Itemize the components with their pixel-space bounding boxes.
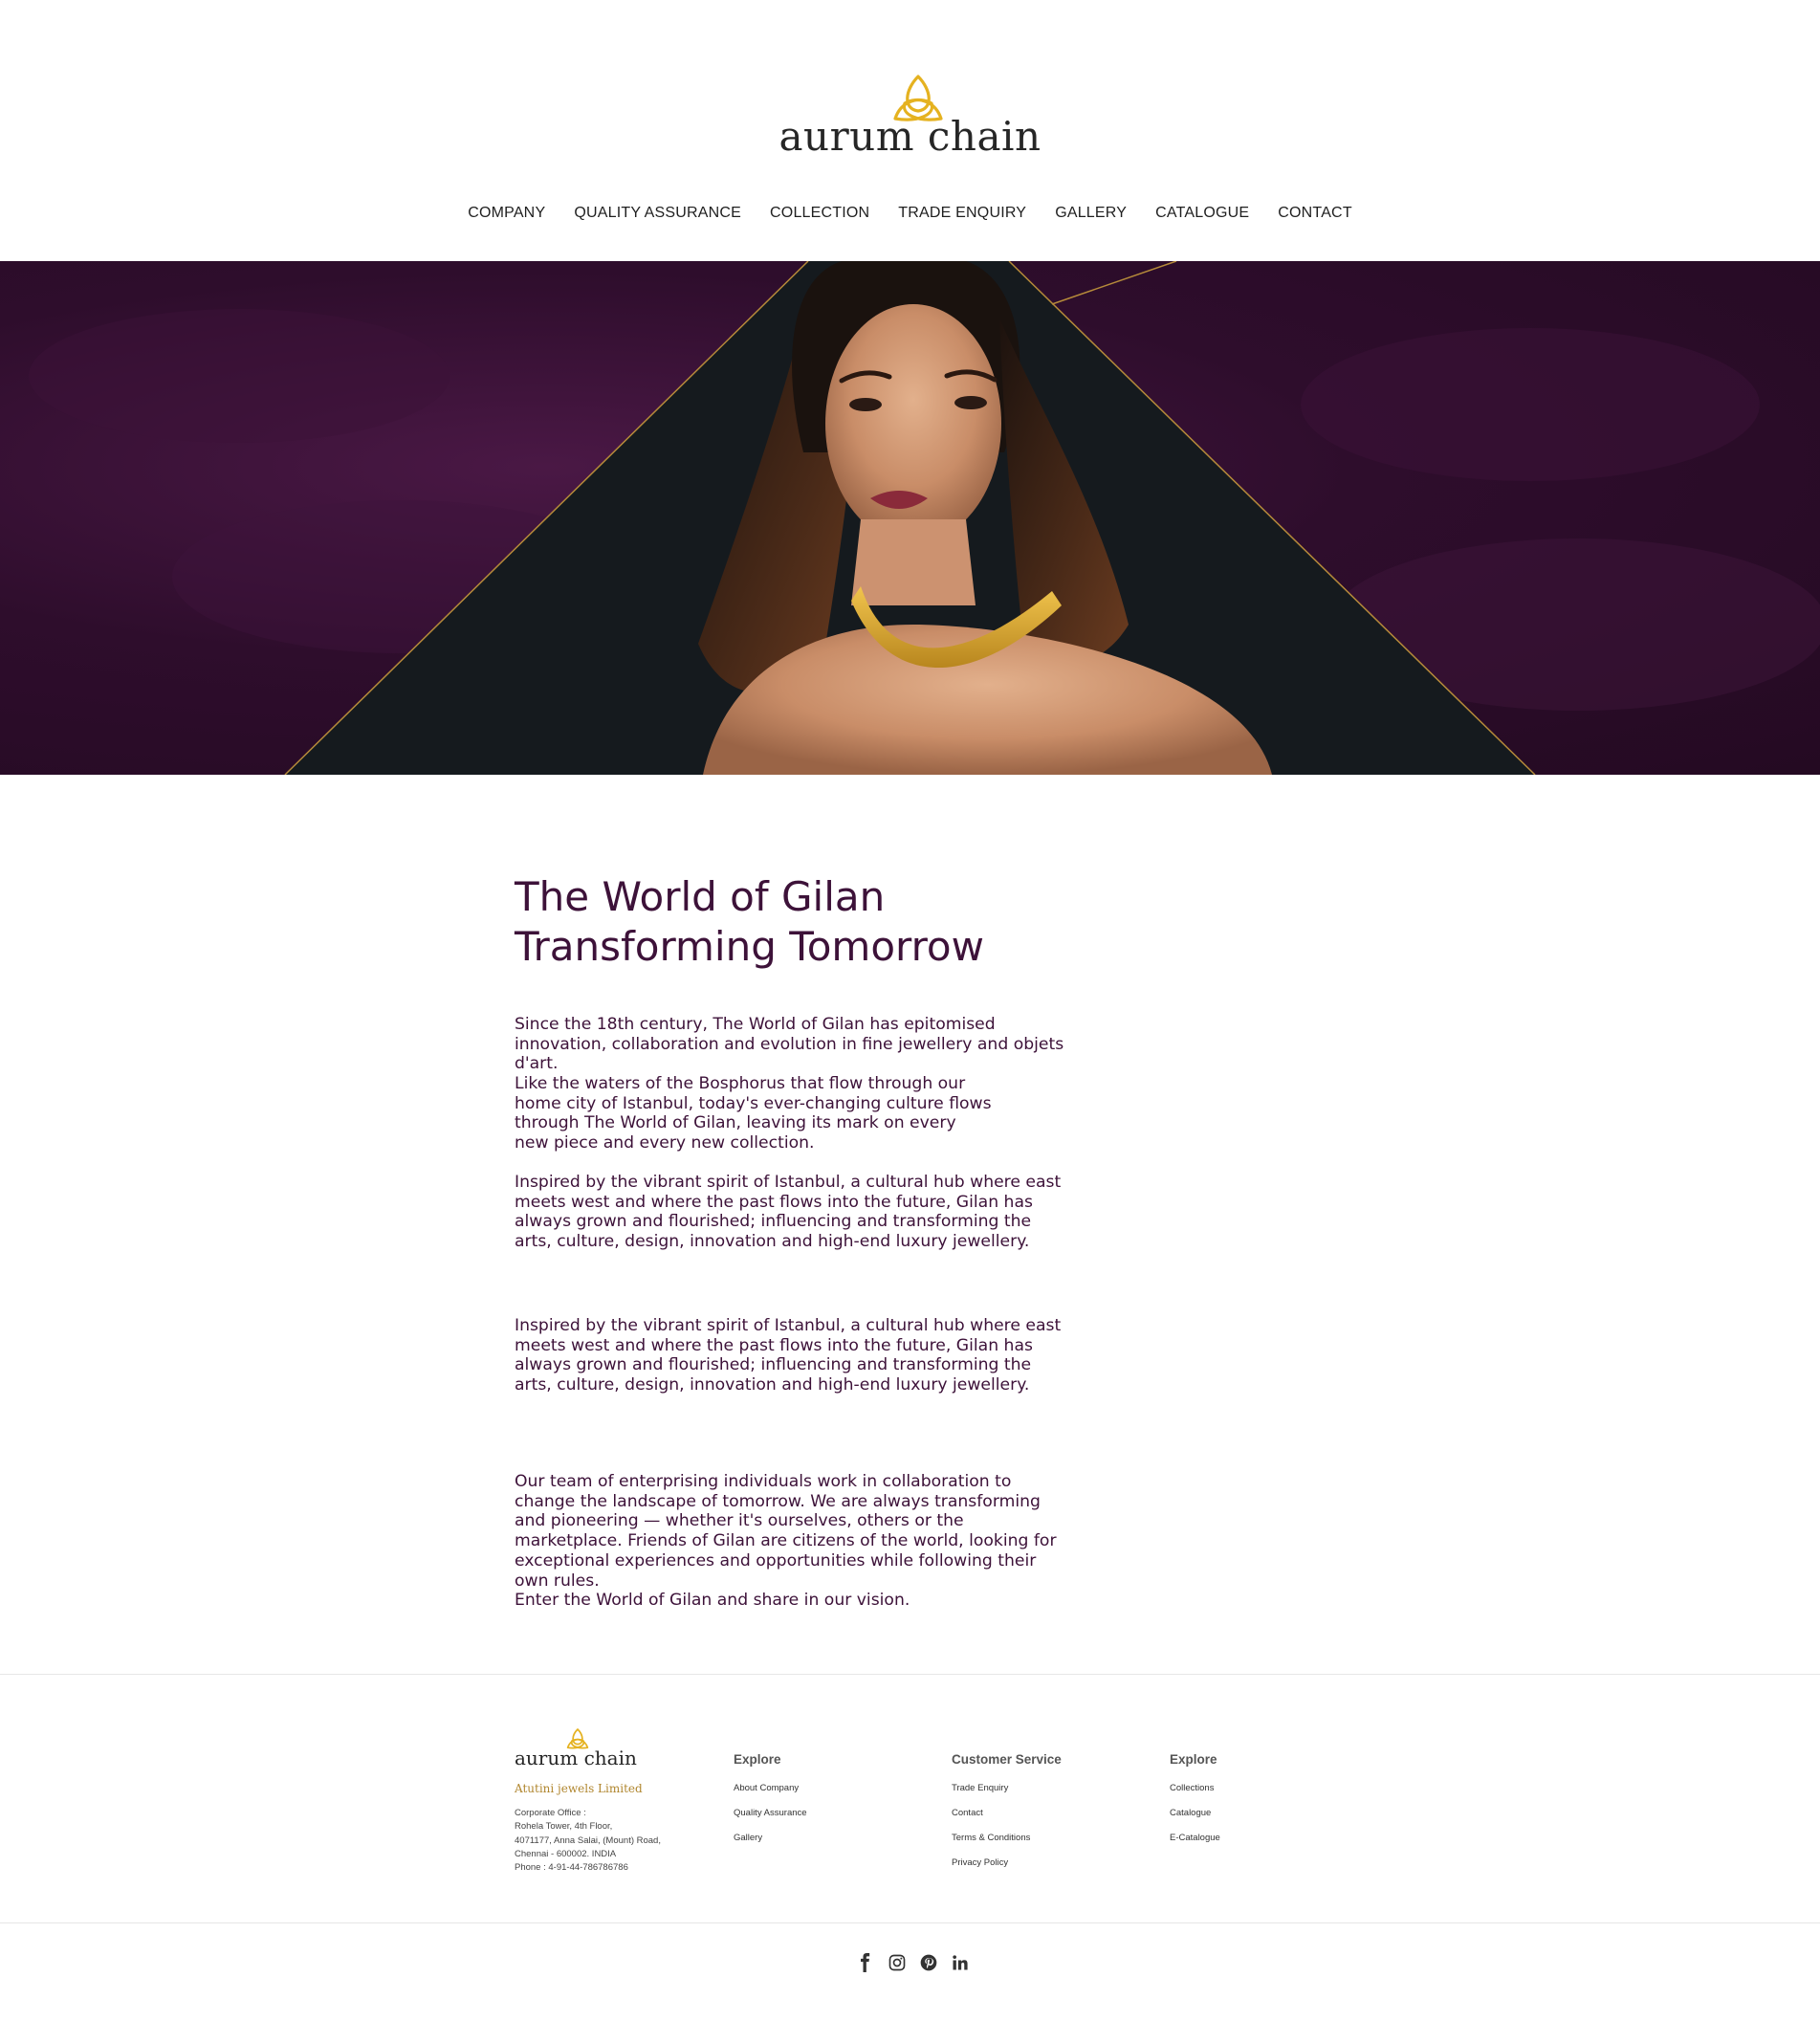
footer-link-gallery[interactable]: Gallery [734,1833,807,1857]
footer-address: Corporate Office : Rohela Tower, 4th Flo… [515,1807,661,1875]
footer-link-collections[interactable]: Collections [1170,1783,1220,1808]
footer-link-quality-assurance[interactable]: Quality Assurance [734,1808,807,1833]
page-title-line-1: The World of Gilan [515,873,886,920]
footer-link-terms[interactable]: Terms & Conditions [952,1833,1062,1857]
footer-brand-logo[interactable]: aurum chain [515,1746,637,1769]
footer-column-title: Explore [734,1752,781,1767]
address-line: Phone : 4-91-44-786786786 [515,1862,628,1874]
page-title: The World of Gilan Transforming Tomorrow [515,872,1184,972]
intro-paragraph: Since the 18th century, The World of Gil… [515,1015,1064,1074]
instagram-icon[interactable] [888,1953,907,1972]
address-line: 4071177, Anna Salai, (Mount) Road, [515,1834,661,1846]
brand-logo-text[interactable]: aurum chain [0,113,1820,160]
footer-link-privacy-policy[interactable]: Privacy Policy [952,1857,1062,1882]
nav-item-trade-enquiry[interactable]: TRADE ENQUIRY [884,205,1041,222]
pinterest-icon[interactable] [919,1953,938,1972]
page-title-line-2: Transforming Tomorrow [515,923,984,970]
hero-image [29,261,1820,775]
nav-item-company[interactable]: COMPANY [453,205,559,222]
linkedin-icon[interactable] [951,1953,970,1972]
address-line: Chennai - 600002. INDIA [515,1848,617,1859]
footer-column-title: Customer Service [952,1752,1062,1767]
nav-item-gallery[interactable]: GALLERY [1041,205,1141,222]
footer-link-trade-enquiry[interactable]: Trade Enquiry [952,1783,1062,1808]
bosphorus-paragraph: Like the waters of the Bosphorus that fl… [515,1074,992,1153]
vision-paragraph: Enter the World of Gilan and share in ou… [515,1591,910,1610]
footer-column-title: Explore [1170,1752,1217,1767]
facebook-icon[interactable] [856,1953,875,1972]
istanbul-paragraph: Inspired by the vibrant spirit of Istanb… [515,1173,1062,1252]
nav-item-quality-assurance[interactable]: QUALITY ASSURANCE [559,205,756,222]
footer-column-explore-2: Explore Collections Catalogue E-Catalogu… [1170,1752,1220,1857]
footer-column-explore: Explore About Company Quality Assurance … [734,1752,807,1857]
footer-link-catalogue[interactable]: Catalogue [1170,1808,1220,1833]
nav-item-contact[interactable]: CONTACT [1263,205,1367,222]
hero-banner [0,261,1820,775]
footer-link-e-catalogue[interactable]: E-Catalogue [1170,1833,1220,1857]
footer-divider-bottom [0,1922,1820,1923]
main-nav: COMPANY QUALITY ASSURANCE COLLECTION TRA… [0,205,1820,222]
footer-column-customer-service: Customer Service Trade Enquiry Contact T… [952,1752,1062,1882]
footer-link-contact[interactable]: Contact [952,1808,1062,1833]
address-line: Corporate Office : [515,1808,586,1818]
address-line: Rohela Tower, 4th Floor, [515,1821,613,1833]
footer-company-name: Atutini jewels Limited [515,1782,643,1795]
team-paragraph: Our team of enterprising individuals wor… [515,1472,1057,1591]
social-links [856,1953,970,1972]
footer-link-about-company[interactable]: About Company [734,1783,807,1808]
footer-divider-top [0,1674,1820,1675]
istanbul-paragraph-repeat: Inspired by the vibrant spirit of Istanb… [515,1316,1062,1395]
nav-item-catalogue[interactable]: CATALOGUE [1141,205,1263,222]
nav-item-collection[interactable]: COLLECTION [756,205,884,222]
